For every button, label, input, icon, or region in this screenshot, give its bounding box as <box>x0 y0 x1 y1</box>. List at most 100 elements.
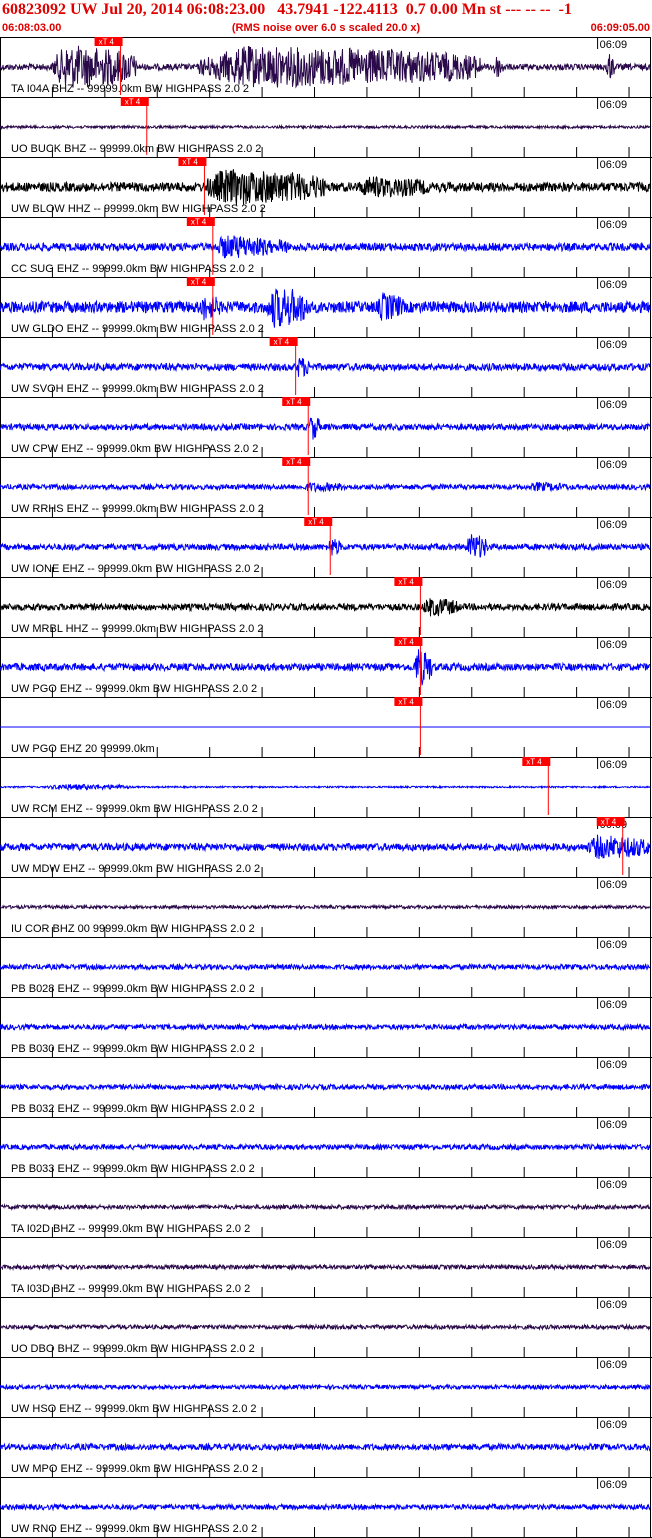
plot-header: 60823092 UW Jul 20, 2014 06:08:23.00 43.… <box>0 0 652 37</box>
minute-tick-label: 06:09 <box>600 519 628 531</box>
trace-panel: 06:09 xT 4 TA I04A BHZ -- 99999.0km BW HIG… <box>0 37 652 98</box>
trace-label: UW HSO EHZ -- 99999.0km BW HIGHPASS 2.0 … <box>11 1403 257 1415</box>
waveform-line <box>0 783 651 792</box>
waveform-line <box>0 1322 651 1331</box>
trace-panel: 06:09 xT 4 UW MRBL HHZ -- 99999.0km BW HIG… <box>0 577 652 638</box>
pick-label: xT 4 <box>398 698 414 707</box>
trace-label: PB B030 EHZ -- 99999.0km BW HIGHPASS 2.0… <box>11 1043 255 1055</box>
minute-tick-label: 06:09 <box>600 339 628 351</box>
pick-label: xT 4 <box>191 218 207 227</box>
waveform-line <box>0 358 651 377</box>
waveform-line <box>0 1383 651 1391</box>
trace-label: UW MDW EHZ -- 99999.0km BW HIGHPASS 2.0 … <box>11 863 260 875</box>
event-title: 60823092 UW Jul 20, 2014 06:08:23.00 43.… <box>2 1 572 18</box>
minute-tick-label: 06:09 <box>600 939 628 951</box>
minute-tick-label: 06:09 <box>600 399 628 411</box>
waveform-line <box>0 649 651 686</box>
trace-label: UW MRBL HHZ -- 99999.0km BW HIGHPASS 2.0… <box>11 623 263 635</box>
trace-label: CC SUG EHZ -- 99999.0km BW HIGHPASS 2.0 … <box>11 263 254 275</box>
trace-label: PB B033 EHZ -- 99999.0km BW HIGHPASS 2.0… <box>11 1163 255 1175</box>
trace-panel: 06:09 PB B028 EHZ -- 99999.0km BW HIGHPAS… <box>0 937 652 998</box>
waveform-line <box>0 962 651 972</box>
minute-tick-label: 06:09 <box>600 759 628 771</box>
pick-label: xT 4 <box>99 38 115 47</box>
waveform-line <box>0 1442 651 1452</box>
trace-label: UW PGO EHZ -- 99999.0km BW HIGHPASS 2.0 … <box>11 683 257 695</box>
trace-panel: 06:09 UW RNO EHZ -- 99999.0km BW HIGHPASS… <box>0 1477 652 1538</box>
waveform-line <box>0 1082 651 1092</box>
trace-panel: 06:09 xT 4 UW RCM EHZ -- 99999.0km BW HIGH… <box>0 757 652 818</box>
waveform-line <box>0 45 651 89</box>
trace-label: UO DBO BHZ -- 99999.0km BW HIGHPASS 2.0 … <box>11 1343 255 1355</box>
trace-label: UW PGO EHZ 20 99999.0km <box>11 743 155 755</box>
trace-panel: 06:09 xT 4 UW IONE EHZ -- 99999.0km BW HIG… <box>0 517 652 578</box>
pick-label: xT 4 <box>274 338 290 347</box>
trace-panel: 06:09 xT 4 UW SVOH EHZ -- 99999.0km BW HIG… <box>0 337 652 398</box>
trace-label: TA I02D BHZ -- 99999.0km BW HIGHPASS 2.0… <box>11 1223 250 1235</box>
trace-panel: 06:09 xT 4 UW GLDO EHZ -- 99999.0km BW HIG… <box>0 277 652 338</box>
waveform-line <box>0 481 651 493</box>
trace-panel: 06:09 PB B030 EHZ -- 99999.0km BW HIGHPAS… <box>0 997 652 1058</box>
trace-panel: 06:09 xT 4 UW CPW EHZ -- 99999.0km BW HIGH… <box>0 397 652 458</box>
trace-label: TA I03D BHZ -- 99999.0km BW HIGHPASS 2.0… <box>11 1283 250 1295</box>
minute-tick-label: 06:09 <box>600 1299 628 1311</box>
pick-label: xT 4 <box>286 398 302 407</box>
trace-panel: 06:09 PB B033 EHZ -- 99999.0km BW HIGHPAS… <box>0 1117 652 1178</box>
trace-label: UW GLDO EHZ -- 99999.0km BW HIGHPASS 2.0… <box>11 323 264 335</box>
trace-panel: 06:09 PB B032 EHZ -- 99999.0km BW HIGHPAS… <box>0 1057 652 1118</box>
waveform-line <box>0 235 651 259</box>
trace-panel: 06:09xT 4UW MDW EHZ -- 99999.0km BW HIGH… <box>0 817 652 878</box>
trace-label: UW SVOH EHZ -- 99999.0km BW HIGHPASS 2.0… <box>11 383 264 395</box>
trace-label: UW RNO EHZ -- 99999.0km BW HIGHPASS 2.0 … <box>11 1523 257 1535</box>
minute-tick-label: 06:09 <box>600 579 628 591</box>
minute-tick-label: 06:09 <box>600 99 628 111</box>
trace-label: UW MPO EHZ -- 99999.0km BW HIGHPASS 2.0 … <box>11 1463 258 1475</box>
trace-panel: 06:09 UW HSO EHZ -- 99999.0km BW HIGHPASS… <box>0 1357 652 1418</box>
pick-label: xT 4 <box>308 518 324 527</box>
pick-label: xT 4 <box>286 458 302 467</box>
minute-tick-label: 06:09 <box>600 279 628 291</box>
trace-panel: 06:09 xT 4 UW PGO EHZ -- 99999.0km BW HIGH… <box>0 637 652 698</box>
trace-label: PB B028 EHZ -- 99999.0km BW HIGHPASS 2.0… <box>11 983 255 995</box>
trace-label: UW RCM EHZ -- 99999.0km BW HIGHPASS 2.0 … <box>11 803 258 815</box>
trace-label: PB B032 EHZ -- 99999.0km BW HIGHPASS 2.0… <box>11 1103 255 1115</box>
waveform-line <box>0 598 651 617</box>
pick-label: xT 4 <box>398 638 414 647</box>
waveform-line <box>0 1142 651 1152</box>
waveform-line <box>0 288 651 328</box>
minute-tick-label: 06:09 <box>600 1359 628 1371</box>
trace-panel: 06:09 xT 4 UO BUCK BHZ -- 99999.0km BW HIG… <box>0 97 652 158</box>
minute-tick-label: 06:09 <box>600 159 628 171</box>
minute-tick-label: 06:09 <box>600 699 628 711</box>
minute-tick-label: 06:09 <box>600 1119 628 1131</box>
trace-label: TA I04A BHZ -- 99999.0km BW HIGHPASS 2.0… <box>11 83 249 95</box>
trace-panel: 06:09 IU COR BHZ 00 99999.0km BW HIGHPASS… <box>0 877 652 938</box>
waveform-line <box>0 903 651 911</box>
minute-tick-label: 06:09 <box>600 1059 628 1071</box>
pick-label: xT 4 <box>526 758 542 767</box>
trace-panel: 06:09 TA I03D BHZ -- 99999.0km BW HIGHPAS… <box>0 1237 652 1298</box>
scale-note: (RMS noise over 6.0 s scaled 20.0 x) <box>231 22 421 34</box>
end-time-label: 06:09:05.00 <box>590 22 650 34</box>
trace-label: UW CPW EHZ -- 99999.0km BW HIGHPASS 2.0 … <box>11 443 258 455</box>
minute-tick-label: 06:09 <box>600 219 628 231</box>
waveform-line <box>0 1262 651 1272</box>
pick-label: xT 4 <box>398 578 414 587</box>
waveform-line <box>0 1203 651 1212</box>
pick-label: xT 4 <box>125 98 141 107</box>
minute-tick-label: 06:09 <box>600 39 628 51</box>
minute-tick-label: 06:09 <box>600 639 628 651</box>
waveform-line <box>0 1022 651 1032</box>
trace-label: IU COR BHZ 00 99999.0km BW HIGHPASS 2.0 … <box>11 923 255 935</box>
minute-tick-label: 06:09 <box>600 1479 628 1491</box>
waveform-line <box>0 1502 651 1512</box>
waveform-line <box>0 169 651 206</box>
trace-panel: 06:09 xT 4 UW PGO EHZ 20 99999.0km <box>0 697 652 758</box>
trace-label: UW BLOW HHZ -- 99999.0km BW HIGHPASS 2.0… <box>11 203 266 215</box>
trace-panel: 06:09 xT 4 UW BLOW HHZ -- 99999.0km BW HIG… <box>0 157 652 218</box>
trace-panel: 06:09 xT 4 UW RRHS EHZ -- 99999.0km BW HIG… <box>0 457 652 518</box>
waveform-line <box>0 834 651 860</box>
seismogram-plot: 06:09 xT 4 TA I04A BHZ -- 99999.0km BW HIG… <box>0 37 652 1538</box>
trace-label: UW RRHS EHZ -- 99999.0km BW HIGHPASS 2.0… <box>11 503 264 515</box>
trace-panel: 06:09 UW MPO EHZ -- 99999.0km BW HIGHPASS… <box>0 1417 652 1478</box>
